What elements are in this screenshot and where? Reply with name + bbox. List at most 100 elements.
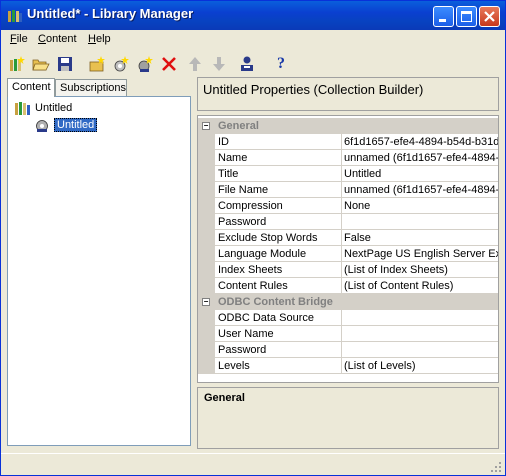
open-icon: [32, 59, 50, 71]
tab-subscriptions-label: Subscriptions: [60, 82, 127, 94]
move-down-button[interactable]: [209, 54, 229, 74]
properties-button[interactable]: [237, 54, 257, 74]
properties-icon: [241, 56, 253, 71]
library-app-icon: [8, 10, 22, 22]
property-row[interactable]: ODBC Data Source: [198, 310, 498, 326]
maximize-button[interactable]: [456, 6, 477, 27]
content-tree[interactable]: Untitled Untitled: [7, 96, 191, 446]
property-value[interactable]: unnamed (6f1d1657-efe4-4894-b: [344, 184, 498, 196]
property-row[interactable]: Language Module NextPage US English Serve…: [198, 246, 498, 262]
tree-root-label: Untitled: [35, 102, 73, 114]
property-value[interactable]: 6f1d1657-efe4-4894-b54d-b31d0: [344, 136, 498, 148]
collapse-icon[interactable]: −: [202, 122, 210, 130]
tree-item-child[interactable]: Untitled: [34, 117, 98, 133]
new-item-button[interactable]: [111, 54, 131, 74]
close-button[interactable]: [479, 6, 500, 27]
menu-help-label: elp: [95, 33, 111, 45]
grid-line: [215, 261, 498, 262]
property-name: Exclude Stop Words: [218, 232, 318, 244]
grid-column-divider[interactable]: [341, 134, 342, 294]
move-down-icon: [213, 57, 225, 71]
menu-content[interactable]: Content: [38, 33, 77, 45]
property-row[interactable]: Title Untitled: [198, 166, 498, 182]
category-odbc[interactable]: − ODBC Content Bridge: [198, 294, 498, 310]
minimize-button[interactable]: [433, 6, 454, 27]
status-bar: [1, 453, 505, 476]
row-gutter: [198, 230, 215, 246]
row-gutter: [198, 182, 215, 198]
property-name: Index Sheets: [218, 264, 283, 276]
row-gutter: [198, 198, 215, 214]
description-panel: General: [197, 387, 499, 449]
collection-icon: [36, 120, 48, 132]
property-name: Compression: [218, 200, 283, 212]
properties-header-label: Untitled Properties (Collection Builder): [203, 82, 424, 97]
property-name: Content Rules: [218, 280, 288, 292]
property-row[interactable]: Content Rules (List of Content Rules): [198, 278, 498, 294]
tree-item-root[interactable]: Untitled: [14, 100, 72, 116]
grid-line: [215, 277, 498, 278]
property-grid[interactable]: − General ID 6f1d1657-efe4-4894-b54d-b31d…: [197, 115, 499, 383]
save-icon: [58, 57, 72, 71]
tab-content[interactable]: Content: [7, 78, 55, 97]
property-row[interactable]: User Name: [198, 326, 498, 342]
property-row[interactable]: ID 6f1d1657-efe4-4894-b54d-b31d0: [198, 134, 498, 150]
property-value[interactable]: False: [344, 232, 498, 244]
new-collection-icon: [89, 56, 105, 72]
menu-file[interactable]: File: [10, 33, 28, 45]
menu-content-label: ontent: [45, 33, 77, 45]
new-sub-button[interactable]: [135, 54, 155, 74]
property-row[interactable]: Levels (List of Levels): [198, 358, 498, 374]
grid-line: [215, 293, 498, 294]
property-name: Password: [218, 344, 267, 356]
grid-line: [215, 165, 498, 166]
row-gutter: [198, 278, 215, 294]
property-value[interactable]: (List of Levels): [344, 360, 498, 372]
collapse-icon[interactable]: −: [202, 298, 210, 306]
new-library-icon: [10, 56, 25, 71]
property-value[interactable]: None: [344, 200, 498, 212]
property-row[interactable]: Name unnamed (6f1d1657-efe4-4894-b: [198, 150, 498, 166]
property-value[interactable]: (List of Index Sheets): [344, 264, 498, 276]
grid-line: [215, 373, 498, 374]
delete-button[interactable]: [159, 54, 179, 74]
title-bar[interactable]: Untitled* - Library Manager: [1, 1, 505, 30]
help-button[interactable]: ?: [271, 54, 291, 74]
row-gutter: [198, 134, 215, 150]
category-odbc-label: ODBC Content Bridge: [218, 296, 333, 308]
new-collection-button[interactable]: [87, 54, 107, 74]
property-row[interactable]: Password: [198, 214, 498, 230]
grid-line: [215, 213, 498, 214]
row-gutter: [198, 150, 215, 166]
grid-line: [215, 229, 498, 230]
tab-subscriptions[interactable]: Subscriptions: [55, 79, 127, 96]
property-value[interactable]: unnamed (6f1d1657-efe4-4894-b: [344, 152, 498, 164]
save-button[interactable]: [55, 54, 75, 74]
property-row[interactable]: Compression None: [198, 198, 498, 214]
property-name: ODBC Data Source: [218, 312, 314, 324]
row-gutter: [198, 310, 215, 326]
row-gutter: [198, 214, 215, 230]
open-button[interactable]: [31, 54, 51, 74]
maximize-icon: [461, 11, 472, 22]
new-library-button[interactable]: [7, 54, 27, 74]
resize-grip-icon[interactable]: [490, 461, 502, 473]
property-name: Levels: [218, 360, 250, 372]
grid-column-divider[interactable]: [341, 310, 342, 374]
property-value[interactable]: NextPage US English Server Ext: [344, 248, 498, 260]
category-general[interactable]: − General: [198, 118, 498, 134]
tree-child-label: Untitled: [54, 118, 98, 132]
property-row[interactable]: Password: [198, 342, 498, 358]
property-row[interactable]: File Name unnamed (6f1d1657-efe4-4894-b: [198, 182, 498, 198]
property-row[interactable]: Exclude Stop Words False: [198, 230, 498, 246]
property-row[interactable]: Index Sheets (List of Index Sheets): [198, 262, 498, 278]
grid-line: [215, 357, 498, 358]
minimize-icon: [439, 19, 446, 22]
move-up-button[interactable]: [185, 54, 205, 74]
property-name: Name: [218, 152, 248, 164]
tab-content-label: Content: [12, 81, 51, 93]
menu-help[interactable]: Help: [88, 33, 111, 45]
property-value[interactable]: Untitled: [344, 168, 498, 180]
grid-line: [215, 181, 498, 182]
property-value[interactable]: (List of Content Rules): [344, 280, 498, 292]
